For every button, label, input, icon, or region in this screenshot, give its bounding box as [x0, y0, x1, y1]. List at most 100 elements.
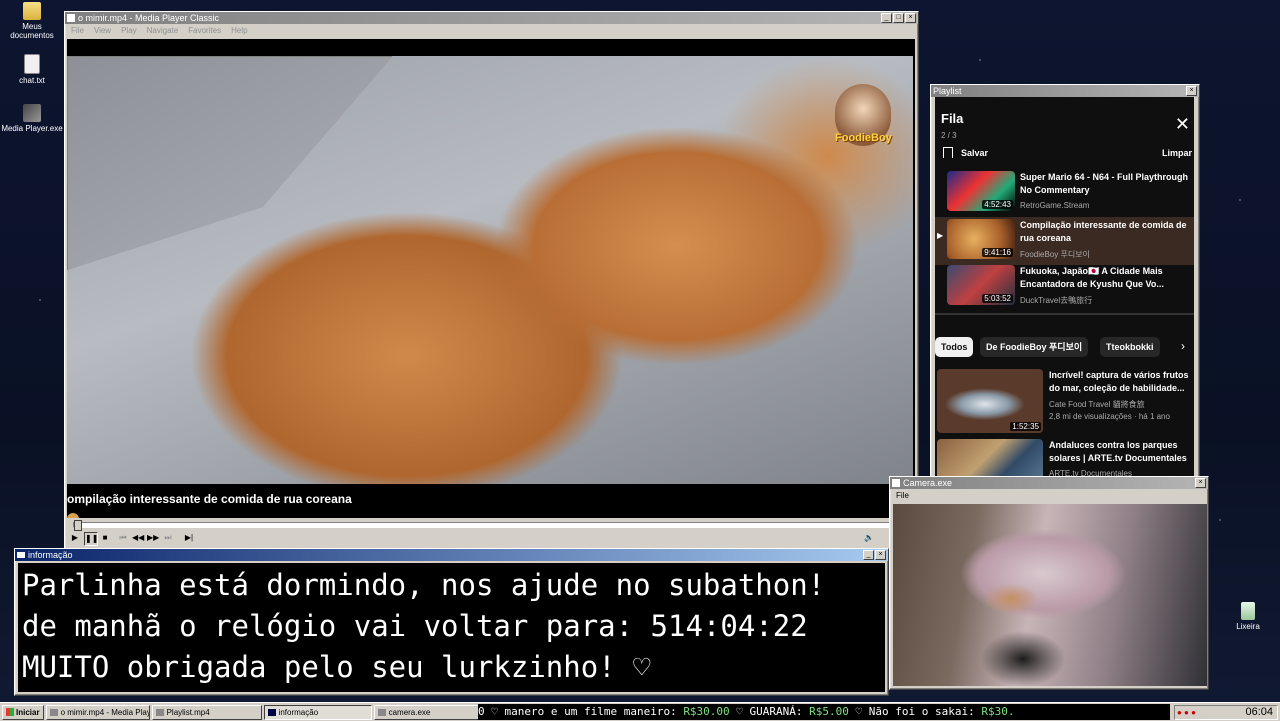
chevron-right-icon[interactable]: ›: [1181, 339, 1185, 353]
seek-knob[interactable]: [74, 520, 82, 531]
desktop-icon-chat[interactable]: chat.txt: [0, 54, 64, 85]
clock: 06:04: [1245, 706, 1273, 718]
folder-icon: [23, 2, 41, 20]
desktop-icon-media-player[interactable]: Media Player.exe: [0, 104, 64, 133]
window-title: Playlist: [933, 86, 962, 96]
queue-position: 2 / 3: [941, 131, 957, 140]
ticker-amount: R$30.: [981, 705, 1015, 718]
taskbar-button-playlist[interactable]: Playlist.mp4: [151, 704, 262, 720]
divider: [935, 313, 1194, 315]
video-tray: [67, 56, 393, 271]
taskbar-button-player[interactable]: o mimir.mp4 - Media Playe...: [45, 704, 150, 720]
bookmark-icon: [943, 147, 953, 158]
windows-logo-icon: [6, 708, 14, 716]
taskbar-button-label: informação: [278, 707, 319, 717]
window-title: o mimir.mp4 - Media Player Classic: [78, 13, 220, 23]
rewind-icon[interactable]: ◀◀: [132, 532, 144, 544]
rec-title: Andaluces contra los parques solares | A…: [1049, 440, 1187, 463]
taskbar-app-icon: [377, 708, 386, 716]
info-line-1: Parlinha está dormindo, nos ajude no sub…: [22, 568, 826, 602]
clear-button[interactable]: Limpar: [1162, 148, 1192, 158]
close-button[interactable]: ×: [1195, 478, 1206, 488]
rec-channel: Cate Food Travel 貓將食旅: [1049, 400, 1145, 409]
logo-text: FoodieBoy: [835, 132, 892, 144]
ticker-text: ♡: [855, 705, 863, 718]
menu-navigate[interactable]: Navigate: [147, 26, 179, 35]
pause-icon[interactable]: ❚❚: [84, 532, 98, 546]
playlist-titlebar[interactable]: Playlist ×: [931, 85, 1199, 97]
camera-window: Camera.exe × File: [889, 476, 1209, 690]
info-line-2: de manhã o relógio vai voltar para: 514:…: [22, 609, 808, 643]
close-button[interactable]: ×: [875, 550, 886, 560]
close-icon[interactable]: ✕: [1175, 115, 1190, 133]
menu-help[interactable]: Help: [231, 26, 247, 35]
ticker-text: Não foi o sakai:: [868, 705, 975, 718]
info-app-icon: [17, 552, 25, 558]
frame-step-icon[interactable]: ▶|: [183, 532, 195, 544]
chip-tteokbokki[interactable]: Tteokbokki: [1100, 337, 1160, 357]
menu-view[interactable]: View: [94, 26, 111, 35]
desktop-icon-label: Media Player.exe: [1, 124, 63, 133]
stop-icon[interactable]: ■: [99, 532, 111, 544]
rec-title: Incrível! captura de vários frutos do ma…: [1049, 370, 1189, 393]
taskbar-button-label: o mimir.mp4 - Media Playe...: [60, 707, 150, 717]
duration-badge: 4:52:43: [982, 200, 1013, 209]
close-button[interactable]: ×: [905, 13, 916, 23]
menu-file[interactable]: File: [71, 26, 84, 35]
system-tray: ● ● ● 06:04: [1174, 705, 1278, 720]
camera-menubar: File: [890, 489, 1208, 501]
queue-item[interactable]: 5:03:52 Fukuoka, Japão🇯🇵 A Cidade Mais E…: [947, 265, 1192, 309]
queue-item-channel: FoodieBoy 푸디보이: [1020, 250, 1090, 259]
minimize-button[interactable]: _: [863, 550, 874, 560]
play-icon[interactable]: ▶: [69, 532, 81, 544]
thumbnail: 5:03:52: [947, 265, 1015, 305]
chip-from-channel[interactable]: De FoodieBoy 푸디보이: [980, 337, 1089, 357]
duration-badge: 1:52:35: [1010, 422, 1041, 431]
camera-titlebar[interactable]: Camera.exe ×: [890, 477, 1208, 489]
queue-item-channel: RetroGame.Stream: [1020, 201, 1090, 210]
recommendation-item[interactable]: 1:52:35 Incrível! captura de vários frut…: [937, 369, 1189, 435]
queue-item-current[interactable]: ▶ 9:41:16 Compilação interessante de com…: [935, 217, 1194, 265]
start-button[interactable]: Iniciar: [2, 704, 44, 720]
recommendation-item[interactable]: Andaluces contra los parques solares | A…: [937, 439, 1187, 477]
text-file-icon: [24, 54, 40, 74]
chip-all[interactable]: Todos: [935, 337, 974, 357]
taskbar-app-icon: [267, 708, 276, 716]
ticker-amount: R$30.00: [683, 705, 730, 718]
maximize-button[interactable]: □: [893, 13, 904, 23]
taskbar-button-info[interactable]: informação: [263, 704, 372, 720]
prev-icon[interactable]: ⏮: [117, 532, 129, 544]
desktop-icon-label: Lixeira: [1236, 622, 1260, 631]
camera-feed: [893, 504, 1207, 686]
tray-icons[interactable]: ● ● ●: [1177, 706, 1196, 719]
desktop-icon-label: chat.txt: [19, 76, 45, 85]
forward-icon[interactable]: ▶▶: [147, 532, 159, 544]
menu-file[interactable]: File: [896, 491, 909, 500]
menu-play[interactable]: Play: [121, 26, 137, 35]
player-menubar: File View Play Navigate Favorites Help: [65, 24, 918, 36]
taskbar-app-icon: [155, 708, 164, 716]
media-player-titlebar[interactable]: o mimir.mp4 - Media Player Classic _ □ ×: [65, 12, 918, 24]
volume-icon[interactable]: 🔈: [863, 532, 875, 544]
minimize-button[interactable]: _: [881, 13, 892, 23]
save-button[interactable]: Salvar: [943, 147, 988, 158]
recycle-bin-icon: [1241, 602, 1255, 620]
desktop-icon-recycle[interactable]: Lixeira: [1216, 602, 1280, 631]
menu-favorites[interactable]: Favorites: [188, 26, 221, 35]
taskbar: Iniciar o mimir.mp4 - Media Playe... Pla…: [0, 702, 1280, 721]
taskbar-button-camera[interactable]: camera.exe: [373, 704, 482, 720]
info-window: informação _ × Parlinha está dormindo, n…: [14, 548, 889, 696]
close-button[interactable]: ×: [1186, 86, 1197, 96]
video-frame[interactable]: FoodieBoy: [67, 56, 913, 484]
duration-badge: 9:41:16: [982, 248, 1013, 257]
window-title: informação: [28, 550, 73, 560]
ticker-text: 0 ♡: [478, 705, 498, 718]
queue-header: Fila: [941, 111, 964, 126]
seek-bar[interactable]: [73, 520, 909, 531]
info-titlebar[interactable]: informação _ ×: [15, 549, 888, 561]
queue-item-title: Fukuoka, Japão🇯🇵 A Cidade Mais Encantado…: [1020, 266, 1164, 289]
save-label: Salvar: [961, 147, 989, 158]
next-icon[interactable]: ⏭: [162, 532, 174, 544]
desktop-icon-documents[interactable]: Meus documentos: [0, 2, 64, 40]
queue-item[interactable]: 4:52:43 Super Mario 64 - N64 - Full Play…: [947, 171, 1192, 215]
